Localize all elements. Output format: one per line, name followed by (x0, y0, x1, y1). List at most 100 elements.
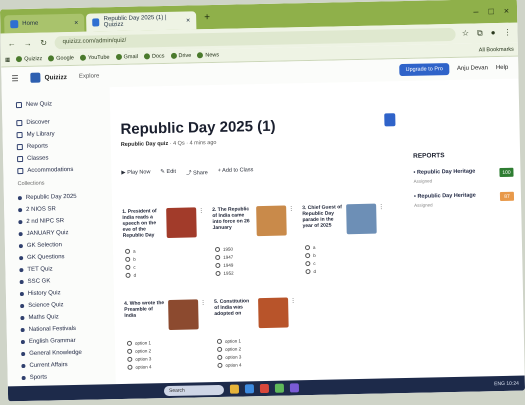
more-options-icon[interactable]: ⋮ (288, 205, 294, 212)
user-menu[interactable]: Anju Devan (457, 65, 488, 72)
favicon-icon (10, 20, 19, 29)
maximize-icon[interactable]: □ (488, 6, 494, 16)
all-bookmarks[interactable]: All Bookmarks (479, 46, 514, 53)
report-name: Republic Day Heritage (417, 192, 476, 200)
tab-quiz[interactable]: Republic Day 2025 (1) | Quizizz × (86, 11, 197, 32)
profile-icon[interactable]: ● (491, 28, 496, 38)
bullet-icon (21, 352, 26, 357)
question-image (346, 203, 377, 235)
bookmark-item[interactable]: Docs (143, 53, 165, 60)
bookmark-icon (115, 54, 122, 61)
compass-icon (16, 120, 23, 127)
close-window-icon[interactable]: × (504, 6, 509, 16)
share-button[interactable]: ⤴ Share (186, 168, 208, 176)
bookmark-item[interactable]: Quizizz (16, 56, 42, 63)
edit-button[interactable]: ✎ Edit (160, 169, 176, 177)
score-badge: 87 (499, 191, 515, 202)
system-clock: ENG 10:24 (494, 380, 519, 387)
apps-icon[interactable]: ▦ (5, 57, 10, 63)
play-now-button[interactable]: ▶ Play Now (121, 169, 150, 178)
bookmark-item[interactable]: News (197, 52, 219, 59)
bookmark-icon (16, 56, 23, 63)
taskbar-search[interactable]: Search (163, 384, 225, 396)
answer-option: 1947 (215, 255, 233, 261)
hamburger-icon[interactable]: ☰ (11, 74, 18, 83)
bookmark-icon (79, 54, 87, 62)
forward-icon[interactable]: → (23, 38, 33, 47)
bookmark-item[interactable]: Gmail (115, 54, 138, 61)
collections-list: Republic Day 2025 2 NIOS SR 2 nd NIPC SR JA… (17, 190, 116, 384)
answer-option: c (305, 261, 315, 267)
window-controls: – □ × (473, 6, 517, 17)
back-icon[interactable]: ← (7, 39, 17, 48)
bookmark-item[interactable]: Google (48, 55, 74, 62)
help-link[interactable]: Help (496, 65, 508, 71)
bullet-icon (20, 340, 25, 345)
page-title: Republic Day 2025 (1) (120, 117, 276, 138)
question-text: 5. Constitution of India was adopted on (214, 298, 250, 318)
extensions-icon[interactable]: ⧉ (477, 28, 483, 38)
bookmark-icon (197, 52, 204, 59)
chrome-icon[interactable] (259, 383, 270, 394)
minimize-icon[interactable]: – (473, 6, 478, 16)
mail-icon[interactable] (289, 383, 300, 393)
close-tab-icon[interactable]: × (186, 17, 190, 24)
question-card[interactable]: 5. Constitution of India was adopted on ⋮… (214, 297, 296, 386)
report-item[interactable]: • Republic Day Heritage Assigned 87 (414, 191, 515, 208)
share-icon[interactable] (384, 113, 396, 127)
bullet-icon (19, 268, 24, 273)
collection-item[interactable]: Sports (21, 370, 116, 384)
file-explorer-icon[interactable] (229, 384, 240, 394)
report-item[interactable]: • Republic Day Heritage Assigned 100 (413, 167, 514, 184)
bullet-icon (20, 328, 25, 333)
edge-icon[interactable] (244, 384, 255, 394)
bullet-icon (18, 244, 23, 249)
tab-label: Home (22, 20, 39, 27)
question-image (258, 297, 289, 329)
classes-icon (17, 156, 24, 163)
answer-option: option 2 (217, 346, 241, 352)
sidebar-item-accommodations[interactable]: Accommodations (17, 163, 111, 177)
answer-option: d (125, 273, 136, 279)
more-options-icon[interactable]: ⋮ (378, 203, 384, 210)
question-text: 1. President of India reads a speech on … (122, 208, 157, 239)
reports-panel: REPORTS • Republic Day Heritage Assigned 1… (412, 79, 519, 393)
question-text: 4. Who wrote the Preamble of India (124, 300, 165, 319)
store-icon[interactable] (274, 383, 285, 393)
bullet-icon (17, 196, 22, 201)
question-card[interactable]: 2. The Republic of India came into force… (212, 205, 294, 294)
photo-frame: Home × Republic Day 2025 (1) | Quizizz ×… (0, 0, 525, 405)
reports-heading: REPORTS (413, 152, 445, 160)
answer-option: 1950 (215, 247, 233, 253)
question-card[interactable]: 3. Chief Guest of Republic Day parade in… (302, 203, 384, 292)
toolbar-icons: ☆ ⧉ ● ⋮ (462, 28, 512, 39)
reports-icon (16, 144, 23, 151)
nav-explore[interactable]: Explore (79, 73, 99, 79)
bullet-icon (20, 316, 25, 321)
answer-option: option 3 (127, 356, 151, 362)
bullet-icon (19, 280, 24, 285)
question-card[interactable]: 1. President of India reads a speech on … (122, 207, 204, 295)
plus-icon (15, 102, 23, 109)
upgrade-button[interactable]: Upgrade to Pro (399, 63, 450, 77)
new-tab-icon[interactable]: + (198, 11, 216, 23)
more-icon[interactable]: ⋮ (503, 28, 511, 38)
bullet-icon (18, 220, 23, 225)
answer-option: d (305, 269, 316, 275)
reload-icon[interactable]: ↻ (39, 38, 49, 47)
answer-option: 1949 (215, 263, 233, 269)
close-tab-icon[interactable]: × (74, 19, 78, 26)
bullet-icon (21, 375, 26, 381)
bookmark-item[interactable]: Drive (170, 53, 191, 60)
question-image (168, 299, 199, 330)
more-options-icon[interactable]: ⋮ (200, 299, 206, 306)
question-card[interactable]: 4. Who wrote the Preamble of India ⋮ optio… (124, 299, 206, 387)
star-icon[interactable]: ☆ (462, 29, 469, 39)
more-options-icon[interactable]: ⋮ (198, 207, 204, 214)
more-options-icon[interactable]: ⋮ (290, 297, 296, 304)
add-to-class-button[interactable]: + Add to Class (218, 167, 254, 176)
question-image (256, 205, 287, 237)
bookmark-item[interactable]: YouTube (79, 54, 110, 62)
answer-option: 1952 (215, 271, 233, 277)
tab-home[interactable]: Home × (4, 13, 85, 34)
